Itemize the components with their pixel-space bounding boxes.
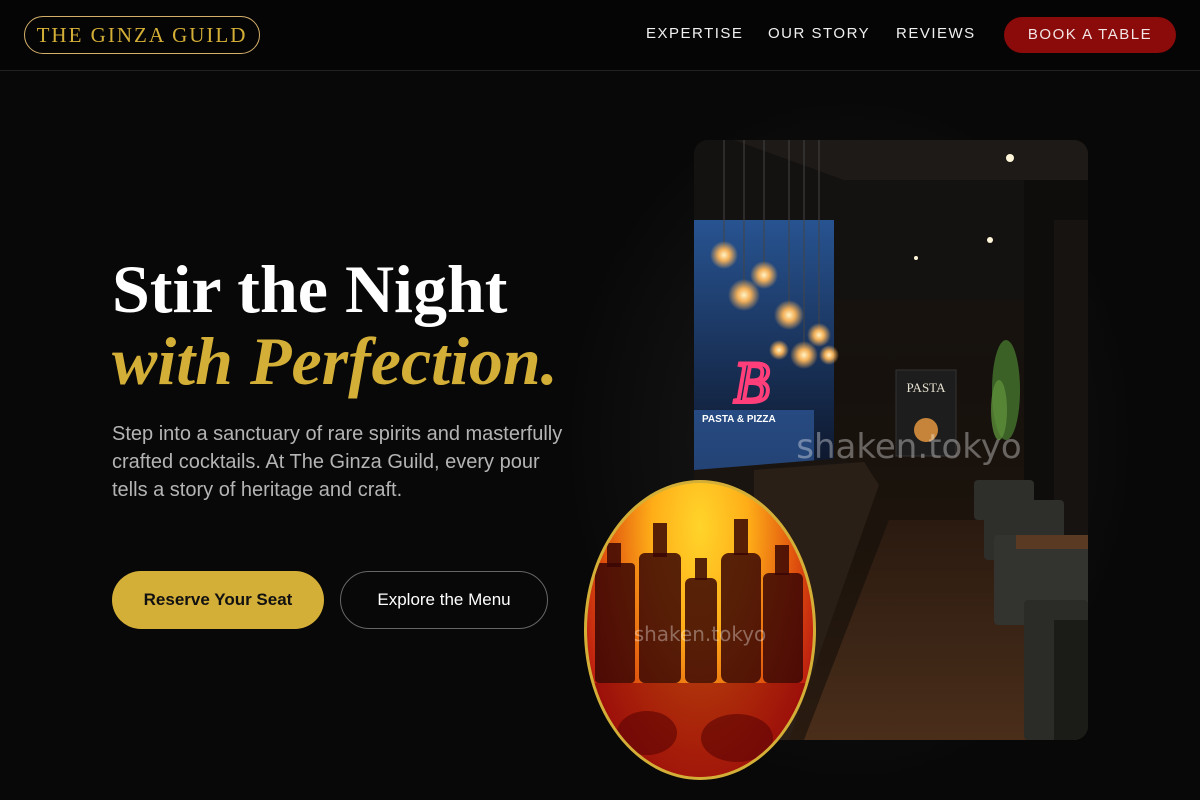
bar-sign-pasta-pizza: PASTA & PIZZA: [702, 414, 776, 425]
hero-description: Step into a sanctuary of rare spirits an…: [112, 423, 563, 501]
hero-title-line1: Stir the Night: [112, 251, 508, 327]
watermark-main: shaken.tokyo: [796, 427, 1021, 467]
neon-b-sign: B: [734, 350, 769, 415]
brand-logo[interactable]: THE GINZA GUILD: [24, 16, 260, 54]
watermark-oval: shaken.tokyo: [634, 622, 767, 646]
pasta-poster-title: PASTA: [907, 380, 947, 395]
nav-link-reviews[interactable]: REVIEWS: [896, 25, 976, 42]
hero-title-line2: with Perfection.: [112, 323, 558, 399]
nav-link-our-story[interactable]: OUR STORY: [768, 25, 870, 42]
top-navbar: THE GINZA GUILD EXPERTISE OUR STORY REVI…: [0, 0, 1200, 71]
hanging-plant: [991, 340, 1020, 440]
bottles-oval-photo: shaken.tokyo: [584, 480, 816, 780]
nav-link-expertise[interactable]: EXPERTISE: [646, 25, 743, 42]
book-table-button[interactable]: BOOK A TABLE: [1004, 17, 1176, 53]
bottle-silhouettes: shaken.tokyo: [587, 519, 813, 777]
explore-menu-button[interactable]: Explore the Menu: [340, 571, 548, 629]
reserve-seat-button[interactable]: Reserve Your Seat: [112, 571, 324, 629]
